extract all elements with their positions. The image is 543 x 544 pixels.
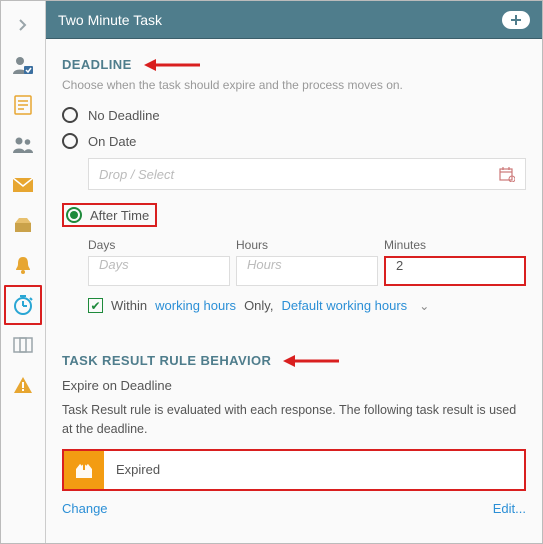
user-check-icon[interactable] [4,45,42,85]
mail-icon[interactable] [4,165,42,205]
bell-icon[interactable] [4,245,42,285]
task-result-footer: Change Edit... [62,501,526,516]
task-result-title-text: TASK RESULT RULE BEHAVIOR [62,353,271,368]
task-result-name: Expired [104,451,524,489]
radio-label: No Deadline [88,108,160,123]
days-input[interactable]: Days [88,256,230,286]
task-result-section-title: TASK RESULT RULE BEHAVIOR [62,353,526,368]
warning-icon[interactable] [4,365,42,405]
chevron-down-icon[interactable]: ⌄ [419,299,429,313]
date-placeholder: Drop / Select [99,167,174,182]
radio-icon [62,133,78,149]
timer-icon[interactable] [4,285,42,325]
add-button[interactable] [502,11,530,29]
radio-after-time[interactable]: After Time [62,198,526,232]
collapse-icon[interactable] [4,5,42,45]
main-panel: Two Minute Task DEADLINE Choose when the… [46,1,542,543]
panel-header: Two Minute Task [46,1,542,39]
default-working-hours-link[interactable]: Default working hours [281,298,407,313]
radio-label: After Time [90,208,149,223]
sidebar [1,1,46,543]
task-result-box[interactable]: Expired [62,449,526,491]
radio-on-date[interactable]: On Date [62,128,526,154]
inbox-icon[interactable] [4,205,42,245]
deadline-section-title: DEADLINE [62,57,526,72]
date-drop-select[interactable]: Drop / Select [88,158,526,190]
working-hours-row: ✔ Within working hours Only, Default wor… [88,298,526,313]
deadline-subtext: Choose when the task should expire and t… [62,78,526,92]
working-hours-link[interactable]: working hours [155,298,236,313]
form-icon[interactable] [4,85,42,125]
edit-link[interactable]: Edit... [493,501,526,516]
minutes-label: Minutes [384,238,526,252]
hours-input[interactable]: Hours [236,256,378,286]
change-link[interactable]: Change [62,501,108,516]
task-result-description: Task Result rule is evaluated with each … [62,401,526,439]
content-scroll: DEADLINE Choose when the task should exp… [46,39,542,543]
minutes-input[interactable]: 2 [384,256,526,286]
layout-icon[interactable] [4,325,42,365]
wh-prefix: Within [111,298,147,313]
annotation-arrow-icon [281,354,341,368]
deadline-radio-group: No Deadline On Date Drop / Select After … [62,102,526,313]
deadline-title-text: DEADLINE [62,57,132,72]
people-icon[interactable] [4,125,42,165]
outbox-icon [64,451,104,489]
working-hours-checkbox[interactable]: ✔ [88,298,103,313]
wh-mid: Only, [244,298,273,313]
calendar-icon[interactable] [499,166,515,182]
panel-title: Two Minute Task [58,12,162,28]
hours-label: Hours [236,238,378,252]
days-label: Days [88,238,230,252]
radio-label: On Date [88,134,136,149]
radio-no-deadline[interactable]: No Deadline [62,102,526,128]
radio-icon [66,207,82,223]
radio-icon [62,107,78,123]
expire-on-deadline-label: Expire on Deadline [62,378,526,393]
time-inputs: Days Days Hours Hours Minutes 2 [88,238,526,286]
annotation-arrow-icon [142,58,202,72]
annotation-highlight: After Time [62,203,157,227]
